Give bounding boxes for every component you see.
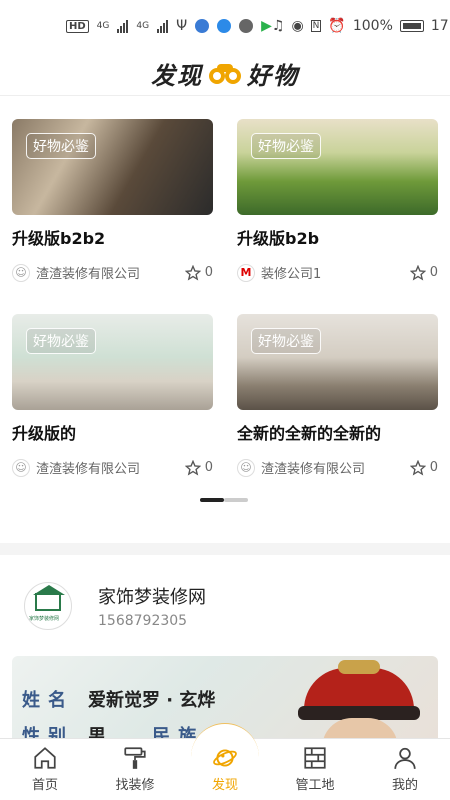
product-tag: 好物必鉴 bbox=[251, 328, 321, 354]
header-title-right: 好物 bbox=[247, 62, 299, 90]
app-icon-2 bbox=[217, 19, 232, 33]
tab-label: 发现 bbox=[211, 778, 238, 793]
star-icon bbox=[409, 264, 426, 281]
signal-icon-2 bbox=[157, 19, 169, 33]
clock-time: 17:43 bbox=[430, 18, 450, 34]
play-icon: ▶ bbox=[261, 18, 272, 34]
product-title[interactable]: 升级版的 bbox=[12, 420, 213, 444]
product-card[interactable]: 好物必鉴 升级版的 ☺ 渣渣装修有限公司 0 bbox=[12, 314, 213, 477]
star-icon bbox=[184, 459, 201, 476]
header-title-left: 发现 bbox=[151, 62, 203, 90]
section-divider bbox=[0, 543, 450, 555]
company-phone[interactable]: 1568792305 bbox=[98, 613, 206, 629]
status-bar: HD 4G 4G Ψ ▶ ♫ ◉ N ⏰ 100% 17:43 bbox=[0, 0, 450, 52]
status-right: ♫ ◉ N ⏰ 100% 17:43 bbox=[272, 18, 450, 34]
product-meta: ☺ 渣渣装修有限公司 0 bbox=[237, 458, 438, 477]
like-count: 0 bbox=[429, 460, 438, 475]
tab-label: 首页 bbox=[31, 778, 58, 793]
product-meta: ☺ 渣渣装修有限公司 0 bbox=[12, 263, 213, 282]
user-icon bbox=[394, 747, 416, 769]
product-image[interactable]: 好物必鉴 bbox=[12, 314, 213, 410]
product-title[interactable]: 升级版b2b2 bbox=[12, 225, 213, 249]
like-button[interactable]: 0 bbox=[184, 264, 213, 281]
battery-icon bbox=[399, 20, 424, 32]
tab-find-renovation[interactable]: 找装修 bbox=[90, 739, 180, 800]
tab-home[interactable]: 首页 bbox=[0, 739, 90, 800]
company-name[interactable]: 渣渣装修有限公司 bbox=[36, 263, 185, 282]
tab-label: 找装修 bbox=[115, 778, 155, 793]
alarm-icon: ⏰ bbox=[328, 18, 346, 34]
like-button[interactable]: 0 bbox=[184, 459, 213, 476]
bottom-tab-bar: 首页 找装修 发现 管工地 我的 bbox=[0, 723, 450, 800]
pager-dot-active[interactable] bbox=[200, 498, 224, 502]
network-4g-label-2: 4G bbox=[136, 21, 150, 31]
like-count: 0 bbox=[204, 265, 213, 280]
tab-mine[interactable]: 我的 bbox=[360, 739, 450, 800]
id-name-value: 爱新觉罗 · 玄烨 bbox=[88, 690, 216, 711]
company-logo[interactable]: 家饰梦装修网 bbox=[24, 582, 72, 630]
company-avatar-icon: ☺ bbox=[237, 458, 255, 477]
product-title[interactable]: 全新的全新的全新的 bbox=[237, 420, 438, 444]
carousel-pager[interactable] bbox=[200, 498, 248, 502]
usb-icon: Ψ bbox=[176, 18, 188, 34]
product-card[interactable]: 好物必鉴 升级版b2b2 ☺ 渣渣装修有限公司 0 bbox=[12, 119, 213, 282]
product-title[interactable]: 升级版b2b bbox=[237, 225, 438, 249]
like-button[interactable]: 0 bbox=[409, 264, 438, 281]
eye-icon: ◉ bbox=[291, 18, 304, 34]
product-tag: 好物必鉴 bbox=[26, 328, 96, 354]
product-image[interactable]: 好物必鉴 bbox=[12, 119, 213, 215]
product-tag: 好物必鉴 bbox=[251, 133, 321, 159]
company-name[interactable]: 装修公司1 bbox=[261, 263, 410, 282]
like-count: 0 bbox=[204, 460, 213, 475]
company-name[interactable]: 渣渣装修有限公司 bbox=[36, 458, 185, 477]
status-left: HD 4G 4G Ψ ▶ bbox=[66, 18, 272, 34]
product-tag: 好物必鉴 bbox=[26, 133, 96, 159]
tab-manage-site[interactable]: 管工地 bbox=[270, 739, 360, 800]
product-image[interactable]: 好物必鉴 bbox=[237, 119, 438, 215]
hd-badge: HD bbox=[66, 19, 89, 33]
battery-percent: 100% bbox=[352, 18, 393, 34]
like-count: 0 bbox=[429, 265, 438, 280]
binoculars-icon bbox=[209, 63, 241, 84]
star-icon bbox=[409, 459, 426, 476]
company-profile[interactable]: 家饰梦装修网 家饰梦装修网 1568792305 bbox=[0, 556, 450, 656]
tab-discover[interactable]: 发现 bbox=[180, 723, 270, 800]
company-info: 家饰梦装修网 1568792305 bbox=[98, 583, 206, 629]
like-button[interactable]: 0 bbox=[409, 459, 438, 476]
pager-dot[interactable] bbox=[224, 498, 248, 502]
headphones-icon: ♫ bbox=[271, 18, 285, 34]
product-image[interactable]: 好物必鉴 bbox=[237, 314, 438, 410]
brick-wall-icon bbox=[304, 747, 326, 769]
company-name[interactable]: 渣渣装修有限公司 bbox=[261, 458, 410, 477]
company-avatar-icon: ☺ bbox=[12, 458, 30, 477]
nfc-icon: N bbox=[310, 20, 322, 32]
company-logo-caption: 家饰梦装修网 bbox=[29, 616, 60, 622]
product-meta: M 装修公司1 0 bbox=[237, 263, 438, 282]
planet-icon bbox=[213, 749, 237, 767]
id-name-label: 姓名 bbox=[22, 690, 74, 711]
network-4g-label: 4G bbox=[96, 21, 110, 31]
home-icon bbox=[34, 747, 56, 769]
tab-label: 我的 bbox=[391, 778, 418, 793]
page-header: 发现 好物 bbox=[0, 52, 450, 96]
company-avatar-icon: ☺ bbox=[12, 263, 30, 282]
app-icon-1 bbox=[195, 19, 210, 33]
star-icon bbox=[184, 264, 201, 281]
tab-label: 管工地 bbox=[295, 778, 335, 793]
signal-icon bbox=[117, 19, 129, 33]
paint-roller-icon bbox=[124, 747, 146, 769]
product-card[interactable]: 好物必鉴 全新的全新的全新的 ☺ 渣渣装修有限公司 0 bbox=[237, 314, 438, 477]
product-grid: 好物必鉴 升级版b2b2 ☺ 渣渣装修有限公司 0 好物必鉴 升级版b2b M … bbox=[0, 96, 450, 508]
product-meta: ☺ 渣渣装修有限公司 0 bbox=[12, 458, 213, 477]
company-logo-icon: M bbox=[237, 263, 255, 282]
house-icon bbox=[35, 593, 61, 611]
company-profile-name[interactable]: 家饰梦装修网 bbox=[98, 583, 206, 609]
chat-icon bbox=[239, 19, 254, 33]
product-card[interactable]: 好物必鉴 升级版b2b M 装修公司1 0 bbox=[237, 119, 438, 282]
id-name-row: 姓名 爱新觉罗 · 玄烨 bbox=[22, 686, 215, 712]
